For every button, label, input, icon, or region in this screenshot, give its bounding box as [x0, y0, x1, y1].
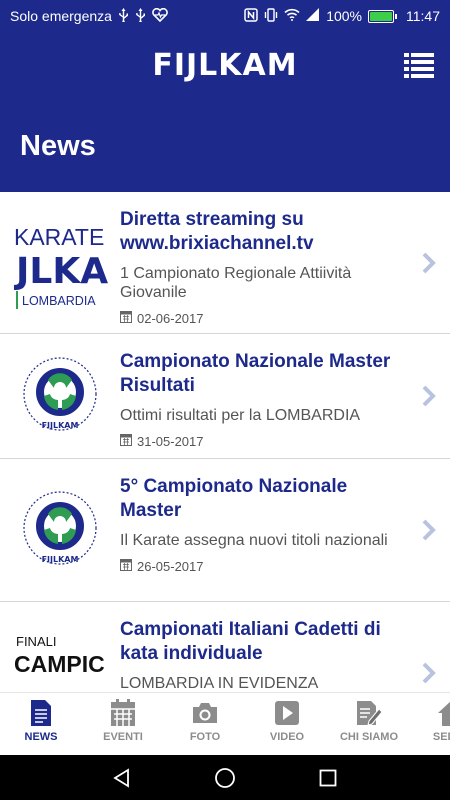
calendar-icon: [120, 310, 132, 326]
edit-document-icon: [355, 698, 383, 728]
usb-debug-icon: [135, 7, 146, 25]
system-navigation-bar: [0, 755, 450, 800]
menu-button[interactable]: [404, 52, 434, 78]
news-subtitle: 1 Campionato Regionale Attiività Giovani…: [120, 265, 352, 301]
status-bar: Solo emergenza 100% 11:47: [0, 0, 450, 32]
chevron-right-icon: [422, 385, 436, 407]
news-date-row: 31-05-2017: [120, 433, 404, 449]
fijlkam-seal-logo: FIJLKAM: [23, 491, 97, 565]
news-content: Campionato Nazionale Master Risultati Ot…: [120, 334, 450, 458]
news-thumbnail: FIJLKAM: [0, 334, 120, 458]
news-date-row: 02-06-2017: [120, 310, 404, 326]
nav-tab-sedi[interactable]: SEDI A: [410, 693, 450, 755]
play-icon: [274, 698, 300, 728]
news-subtitle: Ottimi risultati per la LOMBARDIA: [120, 407, 361, 424]
chevron-right-icon: [422, 662, 436, 683]
nav-label: SEDI A: [432, 731, 450, 743]
svg-text:FIJLKAM: FIJLKAM: [42, 421, 79, 430]
page-title: News: [20, 130, 96, 162]
finali-campionati-logo: FINALI CAMPIC: [14, 634, 105, 677]
nav-label: FOTO: [189, 731, 221, 743]
nav-tab-foto[interactable]: FOTO: [164, 693, 246, 755]
status-left: Solo emergenza: [10, 7, 168, 25]
news-thumbnail: FIJLKAM: [0, 459, 120, 601]
news-item[interactable]: FIJLKAM 5° Campionato Nazionale Master I…: [0, 459, 450, 602]
document-icon: [29, 698, 53, 728]
news-item[interactable]: KARATE JLKA LOMBARDIA Diretta streaming …: [0, 192, 450, 334]
news-item[interactable]: FIJLKAM Campionato Nazionale Master Risu…: [0, 334, 450, 459]
usb-icon: [118, 7, 129, 25]
news-title: Diretta streaming su www.brixiachannel.t…: [120, 209, 314, 254]
news-content: Campionati Italiani Cadetti di kata indi…: [120, 602, 450, 692]
svg-text:LOMBARDIA: LOMBARDIA: [22, 294, 96, 308]
svg-text:CAMPIC: CAMPIC: [14, 651, 105, 677]
news-title: 5° Campionato Nazionale Master: [120, 476, 348, 521]
app-screen: Solo emergenza 100% 11:47 FIJLKAM News K…: [0, 0, 450, 800]
news-title: Campionato Nazionale Master Risultati: [120, 351, 391, 396]
nav-tab-chi-siamo[interactable]: CHI SIAMO: [328, 693, 410, 755]
clock: 11:47: [406, 8, 440, 24]
news-content: Diretta streaming su www.brixiachannel.t…: [120, 192, 450, 333]
recents-button[interactable]: [313, 763, 343, 793]
recents-square-icon: [319, 769, 337, 786]
nfc-icon: [244, 7, 258, 25]
home-icon: [437, 698, 450, 728]
camera-icon: [191, 698, 219, 728]
back-button[interactable]: [107, 763, 137, 793]
wifi-icon: [284, 8, 300, 24]
nav-label: CHI SIAMO: [339, 731, 399, 743]
nav-tab-eventi[interactable]: EVENTI: [82, 693, 164, 755]
news-subtitle: LOMBARDIA IN EVIDENZA: [120, 675, 319, 692]
carrier-text: Solo emergenza: [10, 8, 112, 24]
calendar-icon: [120, 433, 132, 449]
nav-label: EVENTI: [103, 731, 143, 743]
home-circle-icon: [215, 767, 235, 788]
status-right: 100% 11:47: [244, 7, 440, 25]
news-content: 5° Campionato Nazionale Master Il Karate…: [120, 459, 450, 601]
news-item[interactable]: FINALI CAMPIC Campionati Italiani Cadett…: [0, 602, 450, 692]
news-thumbnail: KARATE JLKA LOMBARDIA: [0, 192, 120, 333]
fijlkam-seal-logo: FIJLKAM: [23, 357, 97, 431]
svg-text:FIJLKAM: FIJLKAM: [42, 555, 79, 564]
battery-level-fill: [370, 11, 392, 21]
list-menu-icon: [404, 53, 434, 78]
news-title: Campionati Italiani Cadetti di kata indi…: [120, 619, 381, 664]
vibrate-icon: [264, 7, 278, 25]
news-subtitle: Il Karate assegna nuovi titoli nazionali: [120, 532, 388, 549]
svg-text:JLKA: JLKA: [13, 251, 108, 292]
news-date: 02-06-2017: [137, 310, 204, 326]
home-button[interactable]: [210, 763, 240, 793]
news-date: 31-05-2017: [137, 433, 204, 449]
bottom-navigation: NEWS EVENTI FOTO VIDEO CHI SIAMO SE: [0, 692, 450, 755]
battery-percent: 100%: [326, 8, 362, 24]
nav-tab-news[interactable]: NEWS: [0, 693, 82, 755]
battery-icon: [368, 9, 397, 23]
svg-text:KARATE: KARATE: [14, 224, 104, 250]
news-date: 26-05-2017: [137, 558, 204, 574]
news-date-row: 26-05-2017: [120, 558, 404, 574]
app-header: FIJLKAM News: [0, 32, 450, 192]
nav-label: VIDEO: [269, 731, 305, 743]
svg-text:FINALI: FINALI: [16, 634, 56, 649]
health-heart-icon: [152, 7, 168, 25]
chevron-right-icon: [422, 252, 436, 273]
news-list: KARATE JLKA LOMBARDIA Diretta streaming …: [0, 192, 450, 692]
nav-tab-video[interactable]: VIDEO: [246, 693, 328, 755]
calendar-icon: [110, 698, 136, 728]
calendar-icon: [120, 558, 132, 574]
back-triangle-icon: [112, 767, 129, 788]
karate-lombardia-logo: KARATE JLKA LOMBARDIA: [13, 224, 108, 309]
fijlkam-logo: FIJLKAM: [152, 48, 298, 83]
signal-icon: [306, 8, 320, 24]
chevron-right-icon: [422, 519, 436, 541]
nav-label: NEWS: [24, 731, 58, 743]
news-thumbnail: FINALI CAMPIC: [0, 602, 120, 692]
